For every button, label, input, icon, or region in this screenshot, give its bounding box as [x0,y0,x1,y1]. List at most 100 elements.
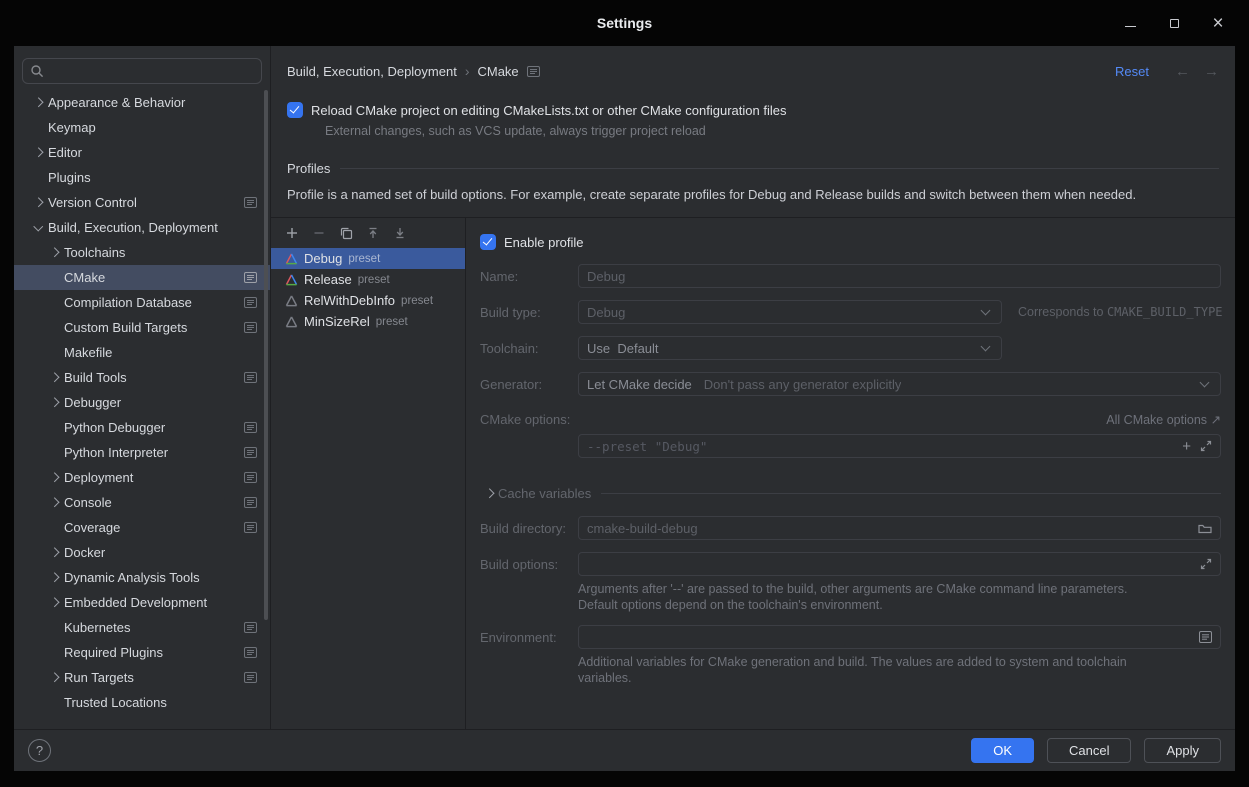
chevron-right-icon[interactable] [28,90,48,115]
sidebar-item-trusted-locations[interactable]: Trusted Locations [14,690,270,715]
applied-settings-icon [244,197,257,208]
sidebar-item-debugger[interactable]: Debugger [14,390,270,415]
search-box[interactable] [22,58,262,84]
profile-name: Release [304,272,352,287]
remove-profile-button[interactable] [311,225,327,241]
apply-button[interactable]: Apply [1144,738,1221,763]
search-input[interactable] [49,64,254,79]
sidebar-item-compilation-database[interactable]: Compilation Database [14,290,270,315]
chevron-right-icon[interactable] [44,590,64,615]
applied-settings-icon [244,372,257,383]
environment-field [578,625,1221,649]
sidebar-item-label: Compilation Database [64,295,192,310]
sidebar-item-keymap[interactable]: Keymap [14,115,270,140]
chevron-right-icon[interactable] [44,665,64,690]
profile-item-release[interactable]: Release preset [271,269,465,290]
sidebar-item-label: Required Plugins [64,645,163,660]
sidebar-item-label: Docker [64,545,105,560]
chevron-down-icon[interactable] [28,215,48,240]
breadcrumb-item[interactable]: Build, Execution, Deployment [287,64,457,79]
profile-item-debug[interactable]: Debug preset [271,248,465,269]
sidebar-item-label: Deployment [64,470,133,485]
sidebar-item-embedded-development[interactable]: Embedded Development [14,590,270,615]
sidebar-item-label: Coverage [64,520,120,535]
profile-suffix: preset [358,274,390,286]
cmake-profile-icon-disabled [285,316,298,328]
environment-label: Environment: [480,630,578,645]
sidebar-item-cmake[interactable]: CMake [14,265,270,290]
profiles-description: Profile is a named set of build options.… [287,187,1219,207]
sidebar-scrollbar[interactable] [264,90,268,620]
applied-settings-icon [244,672,257,683]
profile-item-minsizerel[interactable]: MinSizeRel preset [271,311,465,332]
sidebar-item-label: Makefile [64,345,112,360]
sidebar-item-kubernetes[interactable]: Kubernetes [14,615,270,640]
chevron-right-icon[interactable] [44,390,64,415]
sidebar-item-plugins[interactable]: Plugins [14,165,270,190]
copy-profile-button[interactable] [338,225,354,241]
question-mark-icon: ? [36,743,43,758]
applied-settings-icon [244,322,257,333]
sidebar-item-label: Version Control [48,195,137,210]
applied-settings-icon [244,622,257,633]
enable-profile-checkbox[interactable] [480,234,496,250]
sidebar-item-required-plugins[interactable]: Required Plugins [14,640,270,665]
cmake-profile-icon [285,253,298,265]
chevron-right-icon[interactable] [28,190,48,215]
help-button[interactable]: ? [28,739,51,762]
profile-name: Debug [304,251,342,266]
sidebar-item-toolchains[interactable]: Toolchains [14,240,270,265]
reload-cmake-label: Reload CMake project on editing CMakeLis… [311,103,786,118]
minimize-button[interactable] [1121,14,1139,32]
sidebar-item-console[interactable]: Console [14,490,270,515]
applied-settings-icon [244,472,257,483]
chevron-right-icon[interactable] [44,565,64,590]
move-up-button[interactable] [365,225,381,241]
sidebar-item-build-tools[interactable]: Build Tools [14,365,270,390]
reset-link[interactable]: Reset [1115,64,1149,79]
applied-settings-icon [244,497,257,508]
chevron-right-icon[interactable] [44,490,64,515]
sidebar-item-python-debugger[interactable]: Python Debugger [14,415,270,440]
maximize-button[interactable] [1165,14,1183,32]
window-title: Settings [597,15,652,31]
close-icon: × [1212,14,1223,33]
cache-variables-toggle[interactable]: Cache variables [480,484,1221,502]
sidebar-item-run-targets[interactable]: Run Targets [14,665,270,690]
generator-label: Generator: [480,377,578,392]
sidebar-item-editor[interactable]: Editor [14,140,270,165]
sidebar-item-docker[interactable]: Docker [14,540,270,565]
sidebar-item-label: Appearance & Behavior [48,95,185,110]
applied-settings-icon [244,422,257,433]
chevron-right-icon[interactable] [28,140,48,165]
move-down-button[interactable] [392,225,408,241]
sidebar-item-label: Toolchains [64,245,125,260]
add-profile-button[interactable] [284,225,300,241]
profile-item-relwithdebinfo[interactable]: RelWithDebInfo preset [271,290,465,311]
sidebar-item-python-interpreter[interactable]: Python Interpreter [14,440,270,465]
ok-button[interactable]: OK [971,738,1034,763]
chevron-right-icon[interactable] [44,365,64,390]
chevron-right-icon[interactable] [44,465,64,490]
sidebar-item-label: Plugins [48,170,91,185]
build-type-dropdown: Debug [578,300,1002,324]
sidebar-item-custom-build-targets[interactable]: Custom Build Targets [14,315,270,340]
sidebar-item-deployment[interactable]: Deployment [14,465,270,490]
dialog-footer: ? OK Cancel Apply [14,729,1235,771]
breadcrumb-item[interactable]: CMake [477,64,518,79]
chevron-right-icon[interactable] [44,240,64,265]
cmake-profile-icon-disabled [285,295,298,307]
build-type-hint: Corresponds to CMAKE_BUILD_TYPE [1018,305,1223,319]
sidebar-item-appearance-behavior[interactable]: Appearance & Behavior [14,90,270,115]
sidebar-item-coverage[interactable]: Coverage [14,515,270,540]
profile-name: RelWithDebInfo [304,293,395,308]
chevron-right-icon[interactable] [44,540,64,565]
reload-cmake-checkbox[interactable] [287,102,303,118]
sidebar-item-makefile[interactable]: Makefile [14,340,270,365]
sidebar-item-build-execution-deployment[interactable]: Build, Execution, Deployment [14,215,270,240]
build-options-help: Arguments after '--' are passed to the b… [578,582,1221,613]
close-button[interactable]: × [1209,14,1227,32]
sidebar-item-version-control[interactable]: Version Control [14,190,270,215]
sidebar-item-dynamic-analysis-tools[interactable]: Dynamic Analysis Tools [14,565,270,590]
cancel-button[interactable]: Cancel [1047,738,1131,763]
